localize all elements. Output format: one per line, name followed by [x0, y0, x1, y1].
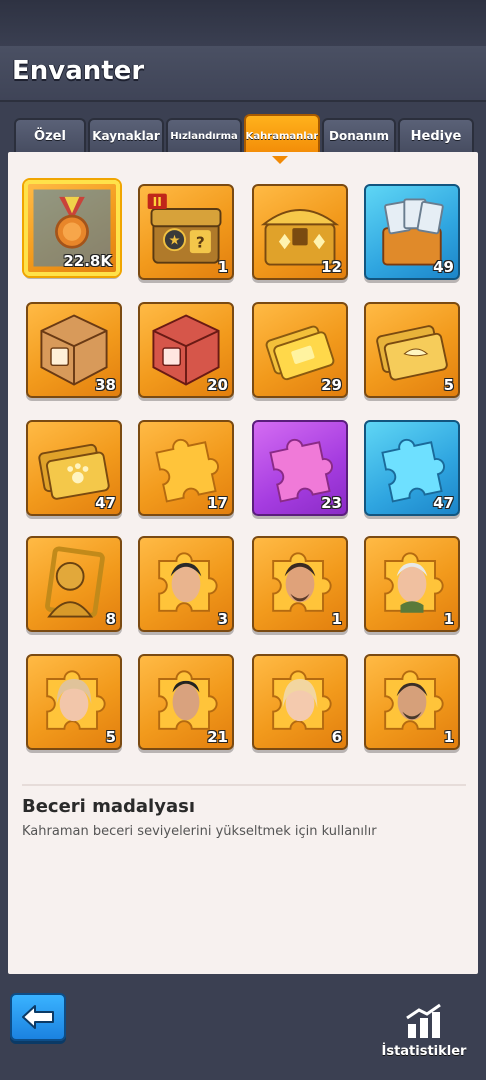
back-button[interactable]: [10, 993, 66, 1041]
svg-text:II: II: [153, 194, 162, 209]
item-count: 12: [321, 258, 342, 276]
statistics-label: İstatistikler: [381, 1044, 467, 1059]
item-winged-card[interactable]: 5: [364, 302, 460, 398]
item-count: 1: [443, 610, 454, 628]
item-count: 22.8K: [63, 252, 112, 270]
svg-text:?: ?: [196, 233, 205, 251]
item-count: 23: [321, 494, 342, 512]
item-hero-fragment[interactable]: 5: [26, 654, 122, 750]
tab-hediye[interactable]: Hediye: [398, 118, 474, 152]
item-hero-fragment[interactable]: 3: [138, 536, 234, 632]
item-skill-medal[interactable]: 22.8K: [24, 180, 120, 276]
svg-text:★: ★: [168, 233, 180, 248]
item-hero-chest[interactable]: ★ ? II 1: [138, 184, 234, 280]
item-gold-card[interactable]: 29: [252, 302, 348, 398]
item-count: 1: [331, 610, 342, 628]
item-count: 29: [321, 376, 342, 394]
item-count: 1: [443, 728, 454, 746]
item-count: 6: [331, 728, 342, 746]
item-ticket-box[interactable]: 49: [364, 184, 460, 280]
item-count: 21: [207, 728, 228, 746]
item-count: 5: [443, 376, 454, 394]
item-red-crate[interactable]: 20: [138, 302, 234, 398]
tab-hizlandirma[interactable]: Hızlandırma: [166, 118, 242, 152]
item-count: 8: [105, 610, 116, 628]
item-gold-chest[interactable]: 12: [252, 184, 348, 280]
tab-donanim[interactable]: Donanım: [322, 118, 396, 152]
item-hero-fragment[interactable]: 21: [138, 654, 234, 750]
item-count: 47: [433, 494, 454, 512]
inventory-panel: 22.8K ★ ? II 1 12 49 38 20 29 5 47 17 23…: [8, 152, 478, 974]
item-bronze-crate[interactable]: 38: [26, 302, 122, 398]
item-gold-hero-frame[interactable]: 8: [26, 536, 122, 632]
page-title: Envanter: [12, 56, 145, 86]
bar-chart-icon: [406, 1003, 441, 1038]
tab-ozel[interactable]: Özel: [14, 118, 86, 152]
arrow-left-icon: [22, 1005, 54, 1029]
item-count: 49: [433, 258, 454, 276]
item-count: 17: [207, 494, 228, 512]
tab-kahramanlar[interactable]: Kahramanlar: [244, 114, 320, 156]
item-count: 38: [95, 376, 116, 394]
item-blue-puzzle[interactable]: 47: [364, 420, 460, 516]
statistics-button[interactable]: İstatistikler: [372, 1000, 476, 1064]
item-hero-fragment[interactable]: 1: [252, 536, 348, 632]
item-hero-fragment[interactable]: 1: [364, 654, 460, 750]
item-count: 20: [207, 376, 228, 394]
active-tab-pointer: [272, 156, 288, 164]
status-bar: [0, 0, 486, 46]
tab-kaynaklar[interactable]: Kaynaklar: [88, 118, 164, 152]
header: Envanter: [0, 46, 486, 102]
item-count: 3: [217, 610, 228, 628]
item-purple-puzzle[interactable]: 23: [252, 420, 348, 516]
item-detail-title: Beceri madalyası: [22, 796, 195, 817]
item-count: 47: [95, 494, 116, 512]
item-hero-fragment[interactable]: 6: [252, 654, 348, 750]
item-paw-card[interactable]: 47: [26, 420, 122, 516]
item-hero-fragment[interactable]: 1: [364, 536, 460, 632]
item-detail-description: Kahraman beceri seviyelerini yükseltmek …: [22, 824, 377, 839]
divider: [22, 784, 466, 786]
item-count: 1: [217, 258, 228, 276]
item-orange-puzzle[interactable]: 17: [138, 420, 234, 516]
item-count: 5: [105, 728, 116, 746]
